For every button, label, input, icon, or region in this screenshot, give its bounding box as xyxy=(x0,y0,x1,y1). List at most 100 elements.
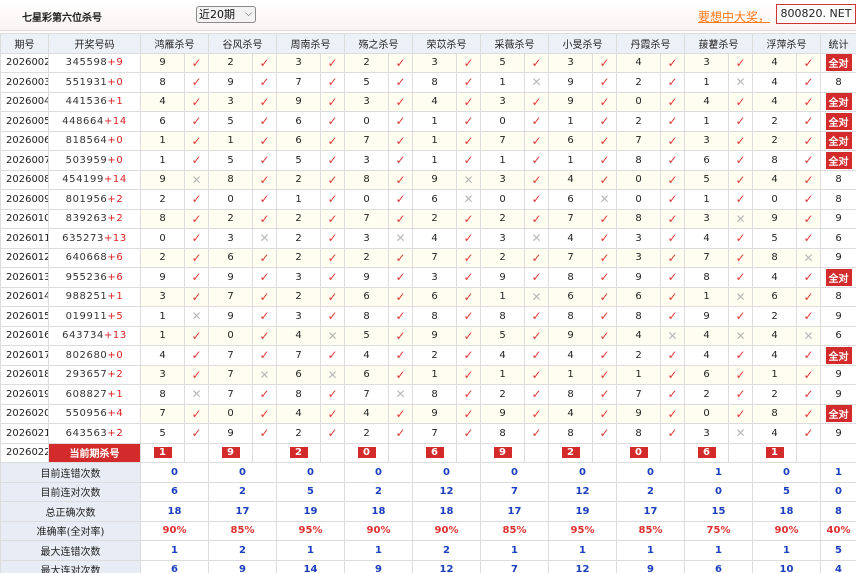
col-period: 期号 xyxy=(0,33,49,54)
stat-value: 9 xyxy=(835,213,842,225)
result-wrong: ✕ xyxy=(252,228,277,249)
table-row: 2026016 643734+13 1 ✓ 0 ✓ 4 ✕ 5 ✓ 9 ✓ 5 ✓ 9 ✓ 4 ✕ 4 ✕ 4 ✕ 6 xyxy=(0,325,856,346)
table-row: 2026007 503959+0 1 ✓ 5 ✓ 5 ✓ 3 ✓ 1 ✓ 1 ✓ 1 ✓ 8 ✓ 6 ✓ 8 ✓ 全对 xyxy=(0,150,856,171)
draw-cell: 643563+2 xyxy=(48,423,141,444)
kill-number: 9 xyxy=(616,403,661,424)
result-correct: ✓ xyxy=(796,423,821,444)
col-expert-3[interactable]: 周南杀号 xyxy=(276,33,345,54)
blank-cell xyxy=(456,442,481,463)
stat-cell: 8 xyxy=(820,286,856,307)
col-expert-10[interactable]: 浮萍杀号 xyxy=(752,33,821,54)
check-icon: ✓ xyxy=(735,133,746,148)
stat-cell: 全对 xyxy=(820,111,856,132)
stats-total: 5 xyxy=(820,540,856,561)
col-expert-4[interactable]: 殇之杀号 xyxy=(344,33,413,54)
result-correct: ✓ xyxy=(660,208,685,229)
result-correct: ✓ xyxy=(728,189,753,210)
draw-extra: +13 xyxy=(103,330,127,342)
col-expert-9[interactable]: 菝藋杀号 xyxy=(684,33,753,54)
kill-number: 1 xyxy=(480,286,525,307)
cross-icon: ✕ xyxy=(395,231,406,246)
col-expert-7[interactable]: 小旻杀号 xyxy=(548,33,617,54)
result-wrong: ✕ xyxy=(728,286,753,307)
check-icon: ✓ xyxy=(599,289,610,304)
kill-number: 3 xyxy=(412,52,457,73)
result-correct: ✓ xyxy=(388,306,413,327)
col-expert-1[interactable]: 鸿雁杀号 xyxy=(140,33,209,54)
kill-number: 5 xyxy=(140,423,185,444)
result-correct: ✓ xyxy=(524,306,549,327)
stats-value: 90% xyxy=(140,520,209,541)
result-correct: ✓ xyxy=(184,52,209,73)
stats-value: 0 xyxy=(276,462,345,483)
draw-extra: +0 xyxy=(107,76,124,88)
check-icon: ✓ xyxy=(327,348,338,363)
col-expert-2[interactable]: 谷风杀号 xyxy=(208,33,277,54)
draw-extra: +1 xyxy=(107,96,124,108)
kill-number: 2 xyxy=(752,384,797,405)
draw-extra: +1 xyxy=(107,388,124,400)
draw-digits: 955236 xyxy=(65,271,108,283)
result-wrong: ✕ xyxy=(524,228,549,249)
check-icon: ✓ xyxy=(599,250,610,265)
kill-number: 1 xyxy=(752,364,797,385)
draw-extra: +6 xyxy=(107,252,124,264)
check-icon: ✓ xyxy=(327,270,338,285)
kill-number: 3 xyxy=(480,91,525,112)
col-expert-6[interactable]: 采薇杀号 xyxy=(480,33,549,54)
col-expert-5[interactable]: 荣苡杀号 xyxy=(412,33,481,54)
stats-value: 1 xyxy=(344,540,413,561)
kill-number: 7 xyxy=(208,364,253,385)
check-icon: ✓ xyxy=(735,406,746,421)
col-expert-8[interactable]: 丹霞杀号 xyxy=(616,33,685,54)
current-kill-badge: 0 xyxy=(629,447,648,459)
kill-number: 2 xyxy=(208,208,253,229)
result-correct: ✓ xyxy=(592,364,617,385)
result-wrong: ✕ xyxy=(388,384,413,405)
promo-link[interactable]: 要想中大奖， xyxy=(698,8,770,25)
table-row: 2026004 441536+1 4 ✓ 3 ✓ 9 ✓ 3 ✓ 4 ✓ 3 ✓ 9 ✓ 0 ✓ 4 ✓ 4 ✓ 全对 xyxy=(0,91,856,112)
range-select[interactable]: 近20期 ⌵ xyxy=(196,6,256,23)
check-icon: ✓ xyxy=(531,328,542,343)
kill-number: 8 xyxy=(616,423,661,444)
check-icon: ✓ xyxy=(667,387,678,402)
check-icon: ✓ xyxy=(735,192,746,207)
result-correct: ✓ xyxy=(320,247,345,268)
kill-number: 9 xyxy=(684,306,729,327)
stats-value: 0 xyxy=(548,462,617,483)
kill-number: 8 xyxy=(616,208,661,229)
kill-number: 1 xyxy=(548,150,593,171)
result-correct: ✓ xyxy=(388,150,413,171)
result-correct: ✓ xyxy=(796,364,821,385)
stats-row: 准确率(全对率) 90% 85% 95% 90% 90% 85% 95% 85% 75% 90% 40… xyxy=(0,520,856,541)
current-kill-cell: 2 xyxy=(276,442,321,463)
table-row: 2026003 551931+0 8 ✓ 9 ✓ 7 ✓ 5 ✓ 8 ✓ 1 ✕ 9 ✓ 2 ✓ 1 ✕ 4 ✓ 8 xyxy=(0,72,856,93)
stats-total: 40% xyxy=(820,520,856,541)
period-cell: 2026015 xyxy=(0,306,49,327)
check-icon: ✓ xyxy=(259,75,270,90)
result-wrong: ✕ xyxy=(524,286,549,307)
kill-number: 7 xyxy=(480,130,525,151)
check-icon: ✓ xyxy=(463,387,474,402)
check-icon: ✓ xyxy=(327,426,338,441)
period-cell: 2026008 xyxy=(0,169,49,190)
result-correct: ✓ xyxy=(660,306,685,327)
kill-number: 2 xyxy=(684,384,729,405)
check-icon: ✓ xyxy=(191,289,202,304)
stat-value: 全对 xyxy=(825,132,852,150)
kill-number: 9 xyxy=(412,403,457,424)
result-wrong: ✕ xyxy=(660,325,685,346)
draw-cell: 635273+13 xyxy=(48,228,141,249)
stats-row: 目前连对次数 6 2 5 2 12 7 12 2 0 5 0 xyxy=(0,481,856,502)
check-icon: ✓ xyxy=(191,250,202,265)
stats-total: 8 xyxy=(820,501,856,522)
check-icon: ✓ xyxy=(191,94,202,109)
check-icon: ✓ xyxy=(327,55,338,70)
current-kill-badge: 9 xyxy=(221,447,240,459)
check-icon: ✓ xyxy=(531,270,542,285)
draw-digits: 503959 xyxy=(65,154,108,166)
result-correct: ✓ xyxy=(388,345,413,366)
result-correct: ✓ xyxy=(660,423,685,444)
check-icon: ✓ xyxy=(395,367,406,382)
result-correct: ✓ xyxy=(796,91,821,112)
